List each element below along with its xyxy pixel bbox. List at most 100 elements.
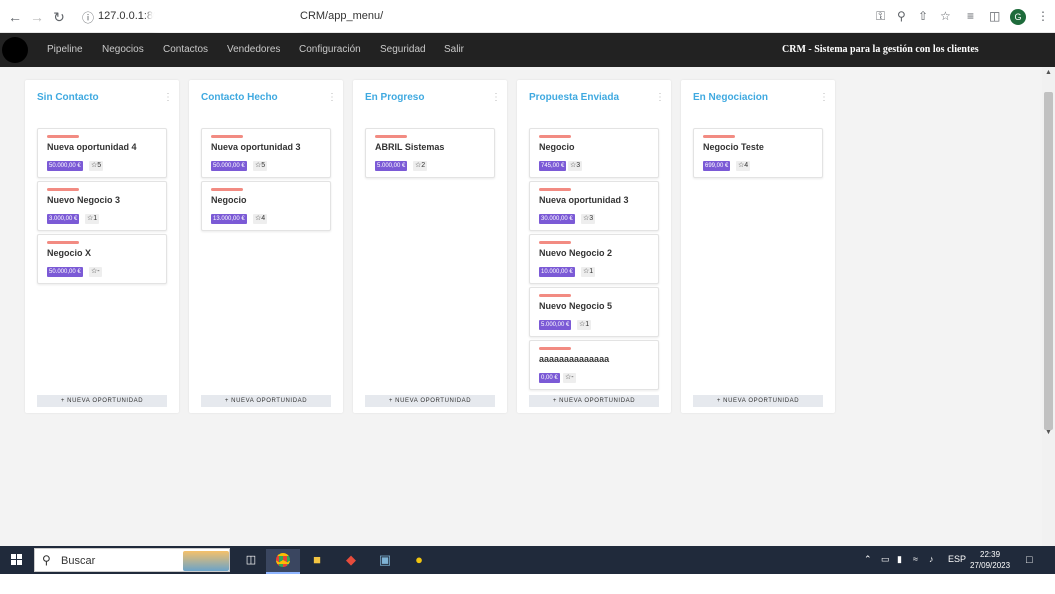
card-title: Negocio X [47,248,92,258]
app-red-icon[interactable]: ◆ [334,549,368,574]
key-icon[interactable]: ⚿ [876,9,885,24]
pipeline-column: Contacto Hecho ⋮ Nueva oportunidad 3 50.… [189,80,343,413]
rating-badge: ☆5 [253,161,268,171]
opportunity-card[interactable]: ABRIL Sistemas 5.000,00 € ☆2 [365,128,495,178]
column-drag-handle-icon[interactable]: ⋮ [655,92,665,103]
column-drag-handle-icon[interactable]: ⋮ [491,92,501,103]
nav-pipeline[interactable]: Pipeline [47,44,83,55]
amount-badge: 50.000,00 € [47,267,83,277]
device-icon[interactable]: ▭ [881,554,890,565]
chrome-icon[interactable] [266,549,300,574]
battery-icon[interactable]: ▮ [897,554,902,565]
column-drag-handle-icon[interactable]: ⋮ [327,92,337,103]
opportunity-card[interactable]: Negocio X 50.000,00 € ☆- [37,234,167,284]
info-icon[interactable]: ⓘ [82,9,94,26]
column-title: Propuesta Enviada [529,92,620,103]
app-logo[interactable] [2,37,28,63]
url-redaction [154,8,302,26]
rating-value: 1 [589,268,594,275]
nav-negocios[interactable]: Negocios [102,44,144,55]
column-title: En Progreso [365,92,425,103]
notification-icon[interactable]: □ [1026,554,1033,566]
opportunity-card[interactable]: Nuevo Negocio 2 10.000,00 € ☆1 [529,234,659,284]
opportunity-card[interactable]: Nueva oportunidad 4 50.000,00 € ☆5 [37,128,167,178]
profile-avatar[interactable]: G [1010,9,1026,25]
column-title: Contacto Hecho [201,92,278,103]
scroll-up-icon[interactable]: ▲ [1045,69,1052,76]
clock-date: 27/09/2023 [970,561,1011,570]
column-drag-handle-icon[interactable]: ⋮ [819,92,829,103]
address-bar[interactable]: ⓘ 127.0.0.1:809 CRM/app_menu/ [72,5,872,29]
card-title: Nueva oportunidad 3 [211,142,301,152]
reload-icon[interactable]: ↻ [50,8,68,26]
card-accent-bar [47,135,79,138]
app-navbar: Pipeline Negocios Contactos Vendedores C… [0,33,1055,67]
nav-salir[interactable]: Salir [444,44,464,55]
rating-badge: ☆1 [581,267,596,277]
card-title: Negocio [211,195,247,205]
card-accent-bar [539,241,571,244]
file-explorer-icon[interactable]: ■ [300,549,334,574]
amount-badge: 745,00 € [539,161,567,171]
pipeline-column: En Progreso ⋮ ABRIL Sistemas 5.000,00 € … [353,80,507,413]
rating-value: - [97,268,100,275]
scroll-down-icon[interactable]: ▼ [1045,429,1052,436]
opportunity-card[interactable]: Negocio Teste 699,00 € ☆4 [693,128,823,178]
rating-badge: ☆1 [85,214,100,224]
new-opportunity-button[interactable]: + NUEVA OPORTUNIDAD [529,395,659,407]
opportunity-card[interactable]: Nueva oportunidad 3 50.000,00 € ☆5 [201,128,331,178]
card-title: Nuevo Negocio 2 [539,248,613,258]
column-drag-handle-icon[interactable]: ⋮ [163,92,173,103]
back-arrow-icon[interactable]: ← [6,8,24,26]
opportunity-card[interactable]: Nuevo Negocio 3 3.000,00 € ☆1 [37,181,167,231]
card-accent-bar [539,347,571,350]
new-opportunity-button[interactable]: + NUEVA OPORTUNIDAD [201,395,331,407]
pipeline-column: En Negociacion ⋮ Negocio Teste 699,00 € … [681,80,835,413]
opportunity-card[interactable]: Nueva oportunidad 3 30.000,00 € ☆3 [529,181,659,231]
taskbar-search[interactable]: ⚲ Buscar [34,548,230,572]
nav-vendedores[interactable]: Vendedores [227,44,280,55]
amount-badge: 3.000,00 € [47,214,80,224]
amount-badge: 50.000,00 € [211,161,247,171]
windows-start-icon[interactable] [11,554,23,566]
amount-badge: 10.000,00 € [539,267,575,277]
rating-badge: ☆- [563,373,576,383]
opportunity-card[interactable]: Negocio 745,00 € ☆3 [529,128,659,178]
rating-value: 2 [421,162,426,169]
side-panel-icon[interactable]: ◫ [989,9,1000,23]
forward-arrow-icon[interactable]: → [28,8,46,26]
rating-value: 1 [585,321,590,328]
scroll-thumb[interactable] [1044,92,1053,430]
card-accent-bar [703,135,735,138]
column-title: En Negociacion [693,92,769,103]
opportunity-card[interactable]: Negocio 13.000,00 € ☆4 [201,181,331,231]
zoom-icon[interactable]: ⚲ [897,9,906,23]
reading-list-icon[interactable]: ≡ [967,9,974,23]
notes-icon[interactable]: ▣ [368,549,402,574]
rating-value: 4 [261,215,266,222]
chevron-up-icon[interactable]: ⌃ [864,554,872,565]
opportunity-card[interactable]: aaaaaaaaaaaaaa 0,00 € ☆- [529,340,659,390]
new-opportunity-button[interactable]: + NUEVA OPORTUNIDAD [365,395,495,407]
page-scrollbar[interactable]: ▲ ▼ [1042,67,1055,546]
bookmark-star-icon[interactable]: ☆ [940,9,951,23]
rating-value: 1 [93,215,98,222]
opportunity-card[interactable]: Nuevo Negocio 5 5.000,00 € ☆1 [529,287,659,337]
nav-seguridad[interactable]: Seguridad [380,44,426,55]
app-yellow-icon[interactable]: ● [402,549,436,574]
new-opportunity-button[interactable]: + NUEVA OPORTUNIDAD [37,395,167,407]
task-view-icon[interactable]: ◫ [234,549,268,574]
nav-configuracion[interactable]: Configuración [299,44,361,55]
language-indicator[interactable]: ESP [948,554,966,564]
taskbar-clock[interactable]: 22:39 27/09/2023 [970,549,1010,571]
rating-value: 5 [261,162,266,169]
share-icon[interactable]: ⇧ [918,9,928,23]
url-end: CRM/app_menu/ [300,10,384,22]
kebab-menu-icon[interactable]: ⋮ [1037,9,1049,23]
wifi-icon[interactable]: ≈ [913,554,918,564]
volume-icon[interactable]: ♪ [929,554,934,564]
pipeline-column: Propuesta Enviada ⋮ Negocio 745,00 € ☆3 … [517,80,671,413]
rating-badge: ☆3 [581,214,596,224]
nav-contactos[interactable]: Contactos [163,44,208,55]
new-opportunity-button[interactable]: + NUEVA OPORTUNIDAD [693,395,823,407]
